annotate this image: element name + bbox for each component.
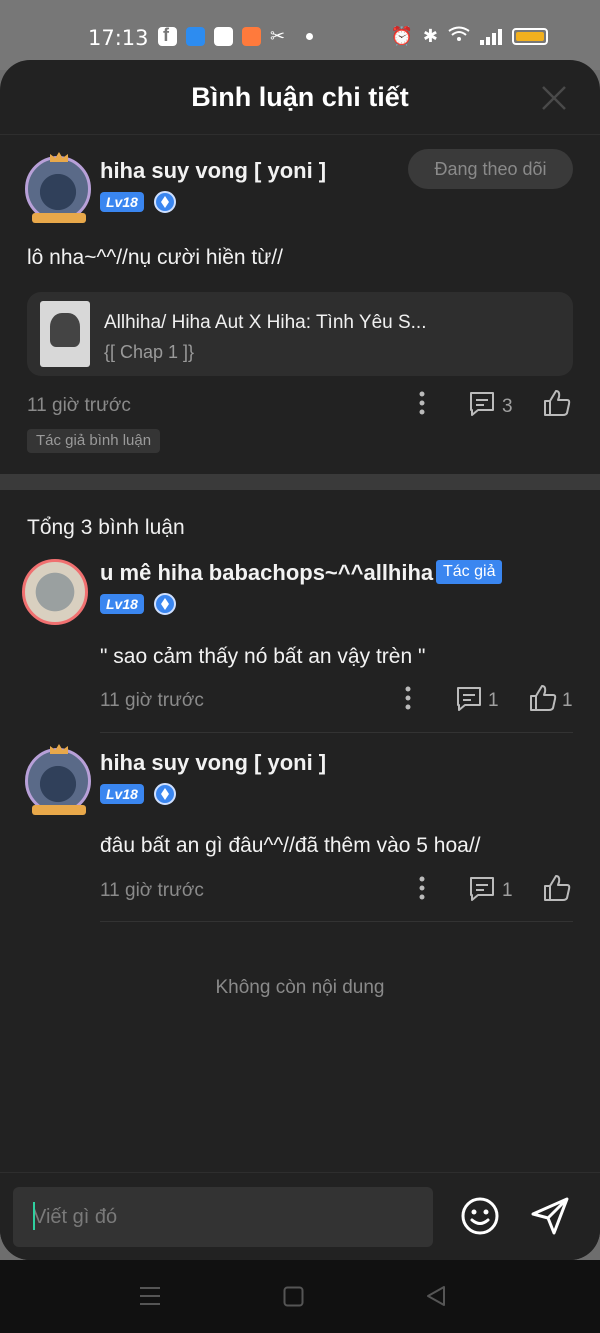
thumbs-up-icon: [544, 875, 571, 901]
level-badge: Lv18: [100, 192, 144, 212]
thumbs-up-icon: [530, 685, 557, 711]
row-divider: [100, 921, 573, 922]
avatar[interactable]: [22, 559, 88, 625]
gem-badge-icon: [154, 593, 176, 615]
row-divider: [100, 732, 573, 733]
chapter-title: Allhiha/ Hiha Aut X Hiha: Tình Yêu S...: [104, 312, 427, 333]
reply-timestamp: 11 giờ trước: [100, 690, 204, 711]
like-button[interactable]: [528, 683, 558, 718]
send-button[interactable]: [530, 1196, 570, 1241]
recent-apps-button[interactable]: [139, 1285, 161, 1312]
no-more-content-note: Không còn nội dung: [215, 977, 385, 998]
chapter-subtitle: {[ Chap 1 ]}: [104, 342, 195, 362]
like-button[interactable]: [542, 388, 572, 423]
total-comments-label: Tổng 3 bình luận: [27, 516, 185, 539]
menu-icon: [140, 1287, 160, 1305]
following-button[interactable]: Đang theo dõi: [408, 149, 573, 189]
more-options-button[interactable]: [410, 390, 434, 421]
comment-timestamp: 11 giờ trước: [27, 395, 131, 416]
crown-icon: [50, 744, 68, 754]
reply-count: 1: [488, 690, 499, 711]
reply-count: 1: [502, 880, 513, 901]
author-comment-tag: Tác giả bình luận: [27, 429, 161, 453]
capcut-icon: ✂: [270, 26, 286, 46]
gem-badge-icon: [154, 191, 176, 213]
system-navigation-bar: [0, 1260, 600, 1333]
level-badge: Lv18: [100, 594, 144, 614]
close-button[interactable]: [540, 84, 568, 112]
status-app-icons: ✂: [158, 25, 313, 46]
back-triangle-icon: [427, 1286, 445, 1306]
more-vertical-icon: [419, 876, 425, 900]
app-game-icon: [242, 27, 261, 46]
emoji-icon: [461, 1197, 499, 1235]
battery-icon: [512, 28, 548, 45]
reply-button[interactable]: [455, 685, 483, 718]
sheet-title: Bình luận chi tiết: [191, 82, 409, 112]
send-icon: [531, 1197, 569, 1235]
comment-icon: [457, 687, 481, 711]
gem-badge-icon: [154, 783, 176, 805]
emoji-button[interactable]: [460, 1196, 500, 1241]
comment-text: lô nha~^^//nụ cười hiền từ//: [27, 246, 283, 269]
avatar[interactable]: [25, 744, 91, 815]
sheet-header: Bình luận chi tiết: [0, 60, 600, 135]
comment-composer: [0, 1172, 600, 1260]
close-icon: [542, 86, 566, 110]
back-button[interactable]: [425, 1285, 447, 1312]
app-blue-icon: [186, 27, 205, 46]
more-vertical-icon: [419, 391, 425, 415]
thumbs-up-icon: [544, 390, 571, 416]
bluetooth-icon: ✱: [422, 26, 438, 46]
level-badge: Lv18: [100, 784, 144, 804]
more-options-button[interactable]: [410, 875, 434, 906]
chapter-card[interactable]: Allhiha/ Hiha Aut X Hiha: Tình Yêu S... …: [27, 292, 573, 376]
app-star-icon: [214, 27, 233, 46]
comment-icon: [470, 392, 494, 416]
facebook-icon: [158, 25, 177, 46]
reply-button[interactable]: [468, 875, 496, 908]
reply-count: 3: [502, 396, 513, 417]
comment-input[interactable]: [13, 1187, 433, 1247]
reply-text: đâu bất an gì đâu^^//đã thêm vào 5 hoa//: [100, 834, 481, 857]
reply-text: " sao cảm thấy nó bất an vậy trèn ": [100, 645, 426, 668]
chapter-thumbnail: [40, 301, 90, 367]
reply-username[interactable]: hiha suy vong [ yoni ]: [100, 750, 326, 776]
crown-icon: [50, 152, 68, 162]
status-indicators: ⏰ ✱: [390, 26, 548, 47]
author-badge: Tác giả: [436, 560, 503, 584]
square-icon: [283, 1286, 304, 1307]
reply-timestamp: 11 giờ trước: [100, 880, 204, 901]
comment-icon: [470, 877, 494, 901]
like-count: 1: [562, 690, 573, 711]
text-caret: [33, 1202, 35, 1230]
more-options-button[interactable]: [396, 685, 420, 716]
reply-username[interactable]: u mê hiha babachops~^^allhiha: [100, 560, 433, 586]
signal-icon: [480, 28, 502, 45]
avatar[interactable]: [25, 152, 91, 223]
reply-button[interactable]: [468, 390, 496, 423]
more-vertical-icon: [405, 686, 411, 710]
comment-username[interactable]: hiha suy vong [ yoni ]: [100, 158, 326, 184]
wifi-icon: [448, 26, 470, 47]
home-button[interactable]: [283, 1286, 304, 1312]
avatar-frame-ribbon: [32, 805, 86, 815]
like-button[interactable]: [542, 873, 572, 908]
status-time: 17:13: [88, 26, 149, 50]
alarm-icon: ⏰: [390, 26, 413, 46]
avatar-frame-ribbon: [32, 213, 86, 223]
comment-detail-sheet: Bình luận chi tiết hiha suy vong [ yoni …: [0, 60, 600, 1260]
notification-dot-icon: [306, 33, 313, 40]
section-divider: [0, 474, 600, 490]
